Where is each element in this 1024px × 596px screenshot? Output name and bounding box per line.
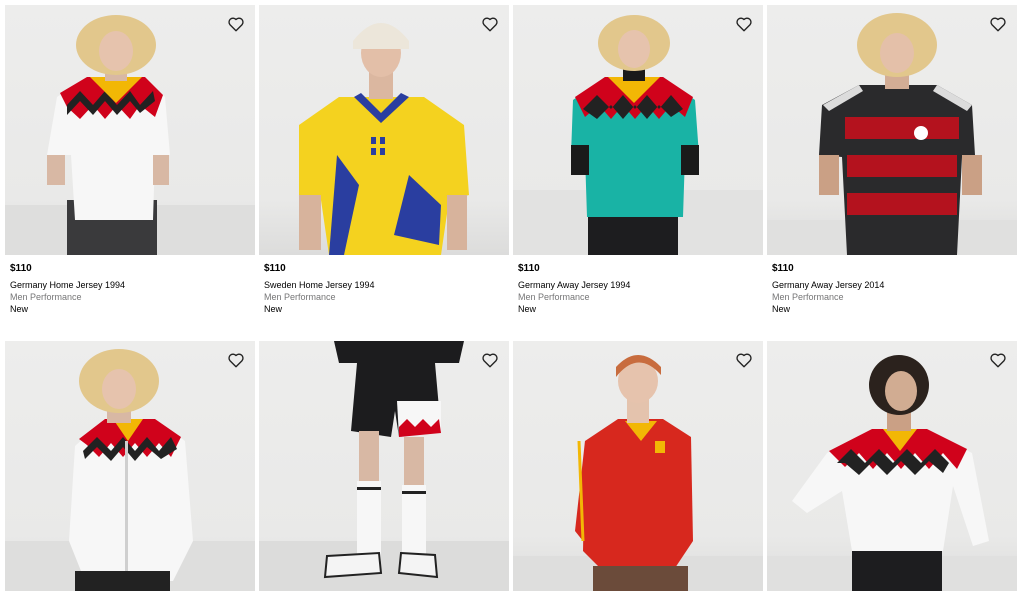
product-name[interactable]: Germany Home Jersey 1994 bbox=[10, 279, 255, 291]
product-card[interactable] bbox=[5, 341, 255, 591]
product-photo-germany-home-1994 bbox=[5, 15, 255, 255]
product-info: $110 Germany Home Jersey 1994 Men Perfor… bbox=[5, 255, 255, 315]
product-image[interactable] bbox=[259, 5, 509, 255]
product-image[interactable] bbox=[767, 341, 1017, 591]
product-grid: $110 Germany Home Jersey 1994 Men Perfor… bbox=[0, 0, 1024, 596]
product-card[interactable]: $110 Germany Home Jersey 1994 Men Perfor… bbox=[5, 5, 255, 315]
product-category: Men Performance bbox=[10, 292, 82, 302]
product-card[interactable]: $110 Germany Away Jersey 2014 Men Perfor… bbox=[767, 5, 1017, 315]
product-name[interactable]: Germany Away Jersey 2014 bbox=[772, 279, 1017, 291]
heart-outline-icon[interactable] bbox=[481, 15, 499, 33]
product-card[interactable] bbox=[259, 341, 509, 591]
product-price: $110 bbox=[772, 263, 794, 274]
product-image[interactable] bbox=[5, 5, 255, 255]
heart-outline-icon[interactable] bbox=[989, 15, 1007, 33]
product-card[interactable]: $110 Germany Away Jersey 1994 Men Perfor… bbox=[513, 5, 763, 315]
product-image[interactable] bbox=[5, 341, 255, 591]
product-photo-sweden-home-1994 bbox=[299, 23, 469, 255]
product-card[interactable] bbox=[767, 341, 1017, 591]
heart-outline-icon[interactable] bbox=[735, 351, 753, 369]
heart-outline-icon[interactable] bbox=[735, 15, 753, 33]
product-category: Men Performance bbox=[264, 292, 336, 302]
heart-outline-icon[interactable] bbox=[227, 351, 245, 369]
product-image[interactable] bbox=[513, 341, 763, 591]
product-price: $110 bbox=[10, 263, 32, 274]
product-image[interactable] bbox=[767, 5, 1017, 255]
heart-outline-icon[interactable] bbox=[481, 351, 499, 369]
product-card[interactable] bbox=[513, 341, 763, 591]
product-info: $110 Germany Away Jersey 2014 Men Perfor… bbox=[767, 255, 1017, 315]
product-image[interactable] bbox=[259, 341, 509, 591]
product-card[interactable]: $110 Sweden Home Jersey 1994 Men Perform… bbox=[259, 5, 509, 315]
product-category: Men Performance bbox=[772, 292, 844, 302]
product-name[interactable]: Sweden Home Jersey 1994 bbox=[264, 279, 509, 291]
new-badge: New bbox=[772, 304, 791, 314]
heart-outline-icon[interactable] bbox=[989, 351, 1007, 369]
new-badge: New bbox=[518, 304, 537, 314]
product-photo-germany-away-1994 bbox=[513, 15, 763, 255]
product-info: $110 Sweden Home Jersey 1994 Men Perform… bbox=[259, 255, 509, 315]
product-category: Men Performance bbox=[518, 292, 590, 302]
new-badge: New bbox=[10, 304, 29, 314]
product-photo-germany-shorts bbox=[259, 341, 509, 591]
product-photo-belgium-jersey bbox=[513, 355, 763, 591]
product-info: $110 Germany Away Jersey 1994 Men Perfor… bbox=[513, 255, 763, 315]
product-price: $110 bbox=[518, 263, 540, 274]
product-photo-germany-track-jacket bbox=[5, 349, 255, 591]
product-photo-germany-away-2014 bbox=[767, 13, 1017, 255]
product-image[interactable] bbox=[513, 5, 763, 255]
product-price: $110 bbox=[264, 263, 286, 274]
product-photo-germany-longsleeve bbox=[767, 355, 1017, 591]
heart-outline-icon[interactable] bbox=[227, 15, 245, 33]
product-name[interactable]: Germany Away Jersey 1994 bbox=[518, 279, 763, 291]
new-badge: New bbox=[264, 304, 283, 314]
